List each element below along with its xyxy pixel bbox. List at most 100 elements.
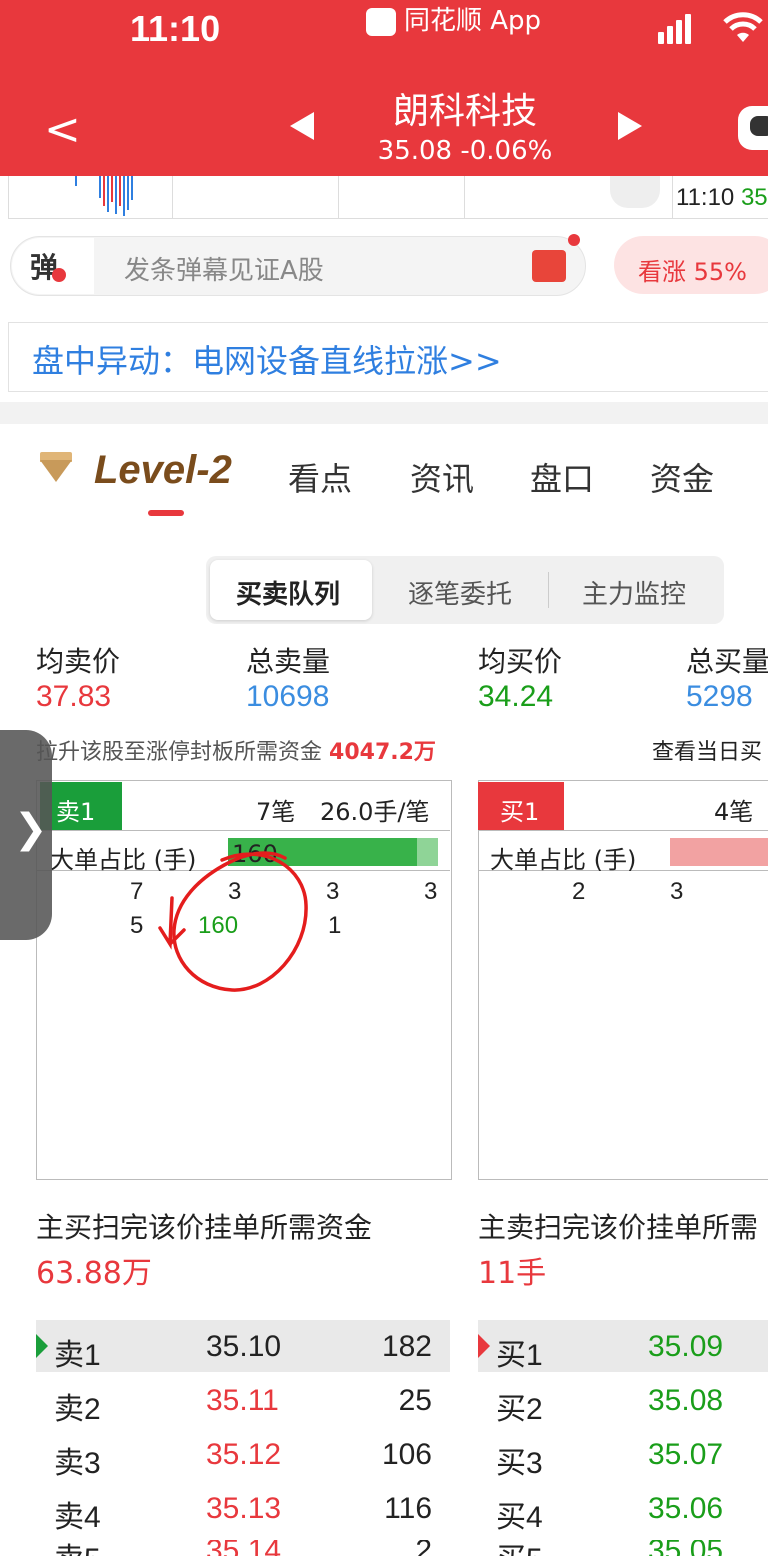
sell-queue-order-big: 160 bbox=[198, 912, 239, 939]
ob-sell-label: 卖1 bbox=[54, 1339, 101, 1372]
sell1-avg: 26.0手/笔 bbox=[320, 798, 430, 826]
sell-queue-order: 3 bbox=[228, 878, 242, 905]
stock-name: 朗科科技 bbox=[392, 91, 537, 132]
ob-buy-price: 35.05 bbox=[648, 1540, 723, 1556]
bullish-label: 看涨 55% bbox=[638, 258, 747, 286]
ob-sell-volume: 2 bbox=[360, 1540, 432, 1556]
ob-buy-label: 买4 bbox=[496, 1501, 543, 1534]
sell1-marker-icon bbox=[36, 1334, 48, 1358]
avg-sell-label: 均卖价 bbox=[36, 645, 121, 678]
tab-news[interactable]: 资讯 bbox=[410, 454, 474, 500]
danmaku-placeholder: 发条弹幕见证A股 bbox=[124, 256, 324, 286]
avg-buy-label: 均买价 bbox=[478, 645, 563, 678]
ob-buy-label: 买5 bbox=[496, 1540, 543, 1556]
ob-buy-price: 35.07 bbox=[648, 1438, 724, 1471]
sell-big-order-value: 160 bbox=[232, 840, 278, 868]
total-sell-value: 10698 bbox=[246, 680, 330, 713]
sell-queue-order: 5 bbox=[130, 912, 144, 939]
buy-big-order-bar bbox=[670, 838, 768, 866]
segment-order-queue[interactable]: 买卖队列 bbox=[236, 574, 340, 611]
sell-big-order-bar-rest bbox=[417, 838, 438, 866]
buy-capital-value: 63.88万 bbox=[36, 1256, 152, 1291]
chart-gridline bbox=[338, 176, 339, 218]
sell-queue-order: 7 bbox=[130, 878, 144, 905]
sell1-header: 卖1 bbox=[40, 782, 122, 830]
ob-sell-price: 35.11 bbox=[206, 1384, 279, 1417]
robot-assistant-icon[interactable] bbox=[738, 106, 768, 150]
notification-dot bbox=[568, 234, 580, 246]
sell-queue-order: 1 bbox=[328, 912, 342, 939]
active-tab-indicator bbox=[148, 510, 184, 516]
cellular-signal-icon bbox=[658, 14, 694, 44]
limit-up-capital-value: 4047.2万 bbox=[329, 740, 436, 765]
sell-capital-label: 主卖扫完该价挂单所需 bbox=[478, 1211, 759, 1244]
ob-sell-volume: 116 bbox=[384, 1492, 432, 1525]
ob-row-clipped: 卖5 35.14 2 买5 35.05 bbox=[0, 1540, 768, 1556]
ob-sell-price: 35.12 bbox=[206, 1438, 282, 1471]
sell-queue-order: 3 bbox=[326, 878, 340, 905]
ob-sell-label: 卖4 bbox=[54, 1501, 101, 1534]
sell-big-order-label: 大单占比 (手) bbox=[50, 846, 197, 874]
diamond-icon bbox=[40, 460, 72, 482]
ob-sell-label: 卖5 bbox=[54, 1540, 101, 1556]
buy1-marker-icon bbox=[478, 1334, 490, 1358]
segment-main-monitor[interactable]: 主力监控 bbox=[582, 574, 686, 611]
ob-sell-price: 35.10 bbox=[206, 1330, 282, 1363]
tab-level2[interactable]: Level-2 bbox=[94, 448, 232, 493]
chart-time: 11:10 35 bbox=[676, 184, 768, 211]
avg-buy-value: 34.24 bbox=[478, 680, 554, 713]
next-stock-icon[interactable] bbox=[618, 112, 642, 140]
ob-buy-label: 买2 bbox=[496, 1393, 543, 1426]
ob-sell-price: 35.13 bbox=[206, 1492, 282, 1525]
app-name: 同花顺 App bbox=[366, 0, 541, 37]
ob-buy-price: 35.06 bbox=[648, 1492, 724, 1525]
volume-bars bbox=[75, 176, 133, 216]
ob-sell-volume: 106 bbox=[381, 1438, 432, 1471]
ob-sell-volume: 182 bbox=[381, 1330, 432, 1363]
buy1-header: 买1 bbox=[478, 782, 564, 830]
total-buy-label: 总买量 bbox=[686, 645, 768, 678]
buy-queue-divider bbox=[478, 830, 768, 831]
chart-gridline bbox=[464, 176, 465, 218]
limit-up-capital-note: 拉升该股至涨停封板所需资金 4047.2万 bbox=[36, 734, 436, 766]
sell-queue-order: 3 bbox=[424, 878, 438, 905]
total-sell-label: 总卖量 bbox=[246, 645, 331, 678]
expand-chart-button[interactable] bbox=[610, 176, 660, 208]
status-time: 11:10 bbox=[130, 8, 221, 49]
ob-buy-price: 35.09 bbox=[648, 1330, 724, 1363]
view-today-link[interactable]: 查看当日买 bbox=[652, 734, 762, 766]
app-name-label: 同花顺 App bbox=[404, 6, 542, 36]
stock-quote: 35.08 -0.06% bbox=[377, 136, 553, 166]
gift-icon[interactable] bbox=[532, 250, 566, 282]
limit-up-capital-label: 拉升该股至涨停封板所需资金 bbox=[36, 740, 323, 765]
buy-queue-order: 3 bbox=[670, 878, 684, 905]
tab-funds[interactable]: 资金 bbox=[650, 454, 714, 500]
ob-buy-label: 买1 bbox=[496, 1339, 543, 1372]
buy1-label: 买1 bbox=[500, 798, 540, 826]
ob-sell-price: 35.14 bbox=[206, 1540, 281, 1556]
ob-buy-label: 买3 bbox=[496, 1447, 543, 1480]
tab-highlights[interactable]: 看点 bbox=[288, 454, 352, 500]
news-text[interactable]: 盘中异动：电网设备直线拉涨>> bbox=[32, 336, 502, 382]
buy-capital-label: 主买扫完该价挂单所需资金 bbox=[36, 1211, 373, 1244]
segment-divider bbox=[548, 572, 549, 608]
buy-big-order-label: 大单占比 (手) bbox=[490, 846, 637, 874]
sell1-label: 卖1 bbox=[56, 798, 96, 826]
avg-sell-value: 37.83 bbox=[36, 680, 112, 713]
ob-sell-volume: 25 bbox=[398, 1384, 432, 1417]
ob-buy-price: 35.08 bbox=[648, 1384, 724, 1417]
chart-gridline bbox=[172, 176, 173, 218]
chart-gridline bbox=[672, 176, 673, 218]
ob-sell-label: 卖2 bbox=[54, 1393, 101, 1426]
app-header: 11:10 同花顺 App < 朗科科技 35.08 -0.06% bbox=[0, 0, 768, 176]
sell-queue-divider bbox=[36, 830, 450, 831]
tab-handicap[interactable]: 盘口 bbox=[530, 454, 594, 500]
buy1-count: 4笔 bbox=[714, 798, 754, 826]
sell-capital-value: 11手 bbox=[478, 1256, 547, 1291]
sell1-count: 7笔 bbox=[256, 798, 296, 826]
chevron-right-icon[interactable]: ❯ bbox=[14, 806, 48, 852]
danmaku-badge-icon bbox=[52, 268, 66, 282]
segment-tick-orders[interactable]: 逐笔委托 bbox=[408, 574, 512, 611]
chart-gridline bbox=[8, 176, 9, 218]
ob-sell-label: 卖3 bbox=[54, 1447, 101, 1480]
